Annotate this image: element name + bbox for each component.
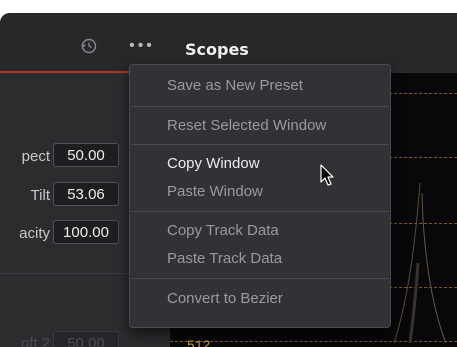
opacity-field[interactable]: 100.00 bbox=[53, 220, 119, 244]
opacity-label: acity bbox=[19, 225, 50, 242]
toolbar: ••• Scopes bbox=[0, 13, 457, 71]
aspect-field[interactable]: 50.00 bbox=[53, 143, 119, 167]
more-options-icon[interactable]: ••• bbox=[126, 37, 158, 55]
reset-history-icon[interactable] bbox=[80, 37, 98, 55]
soft2-label: oft 2 bbox=[20, 335, 50, 347]
tilt-label: Tilt bbox=[30, 187, 50, 204]
menu-separator bbox=[131, 211, 389, 212]
mouse-pointer-icon bbox=[320, 164, 334, 186]
scopes-title: Scopes bbox=[185, 40, 249, 59]
menu-item-copy-window[interactable]: Copy Window bbox=[167, 155, 260, 173]
tilt-field[interactable]: 53.06 bbox=[53, 182, 119, 206]
menu-item-paste-track[interactable]: Paste Track Data bbox=[167, 250, 282, 268]
menu-item-paste-window[interactable]: Paste Window bbox=[167, 183, 263, 201]
menu-separator bbox=[131, 144, 389, 145]
menu-item-reset-window[interactable]: Reset Selected Window bbox=[167, 117, 326, 135]
options-menu: Save as New Preset Reset Selected Window… bbox=[129, 64, 391, 328]
menu-separator bbox=[131, 278, 389, 279]
aspect-label: pect bbox=[21, 148, 50, 165]
waveform-trace bbox=[393, 183, 447, 343]
soft2-field[interactable]: 50.00 bbox=[53, 331, 119, 347]
menu-separator bbox=[131, 106, 389, 107]
menu-item-copy-track[interactable]: Copy Track Data bbox=[167, 222, 279, 240]
scope-value-label: 512 bbox=[187, 338, 211, 347]
menu-item-convert-bezier[interactable]: Convert to Bezier bbox=[167, 290, 283, 308]
app-window: ••• Scopes pect 50.00 Tilt 53.06 acity 1… bbox=[0, 13, 457, 347]
menu-item-save-preset[interactable]: Save as New Preset bbox=[167, 77, 303, 95]
